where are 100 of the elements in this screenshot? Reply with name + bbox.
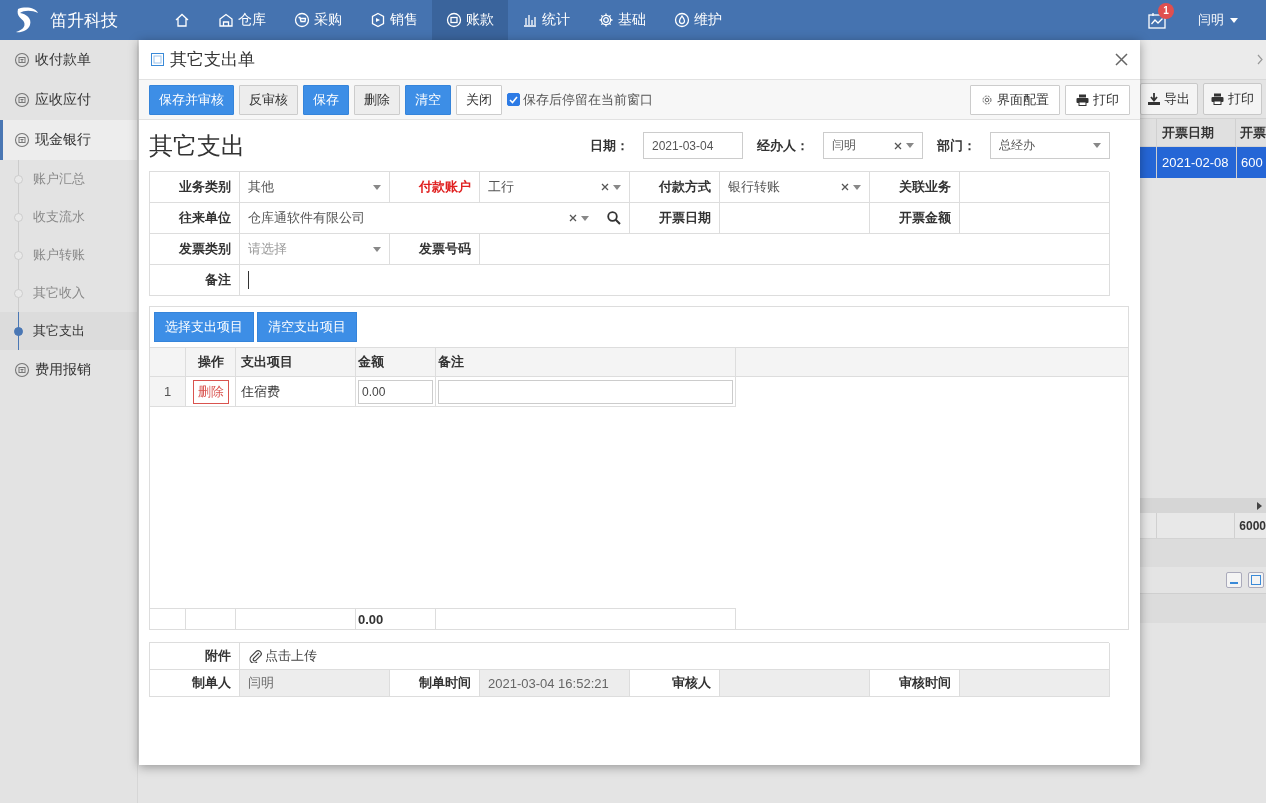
bar-chart-icon — [522, 12, 538, 28]
download-icon — [1148, 93, 1160, 105]
checkbox-label: 保存后停留在当前窗口 — [523, 90, 653, 109]
table-cell: 2021-02-08 — [1157, 147, 1237, 178]
check-icon — [509, 95, 518, 104]
input-field[interactable] — [240, 265, 1110, 296]
clear-icon — [569, 214, 577, 222]
app-name: 笛升科技 — [50, 9, 118, 32]
clear-icon — [601, 183, 609, 191]
toolbar-button[interactable]: 删除 — [354, 84, 400, 115]
column-header: 开票 — [1239, 123, 1266, 142]
sidebar-item[interactable]: 应收应付 — [0, 80, 137, 120]
printer-icon — [1076, 93, 1089, 106]
upload-link[interactable]: 点击上传 — [248, 647, 317, 665]
chevron-right-icon — [1257, 54, 1263, 65]
nav-item[interactable]: 账款 — [432, 0, 508, 40]
field-label: 付款方式 — [630, 172, 720, 203]
table-cell-text: 600 — [1240, 154, 1264, 172]
field-label: 发票号码 — [390, 234, 480, 265]
delete-button[interactable]: 删除 — [192, 379, 229, 404]
nav-item[interactable]: 维护 — [660, 0, 736, 40]
remark-field[interactable] — [438, 379, 733, 404]
caret-icon — [613, 184, 621, 190]
logo-icon — [14, 5, 40, 35]
amount-field[interactable]: 0.00 — [358, 379, 433, 404]
minimize-button[interactable] — [1226, 572, 1242, 588]
settings-icon — [598, 12, 614, 28]
settings-icon — [981, 93, 993, 106]
input-field[interactable] — [720, 203, 870, 234]
select-field[interactable]: 银行转账 — [720, 172, 870, 203]
table-row[interactable]: 2021-02-08 600 — [1140, 147, 1266, 178]
export-button[interactable]: 导出 — [1140, 83, 1198, 115]
toolbar-button[interactable]: 打印 — [1065, 84, 1130, 115]
sidebar-label: 费用报销 — [35, 361, 91, 379]
caret-icon — [373, 184, 381, 190]
sidebar-label: 收付款单 — [35, 51, 91, 69]
coin-icon — [14, 92, 30, 108]
printer-icon — [1211, 93, 1224, 105]
coin-icon — [14, 52, 30, 68]
caret-icon — [1230, 17, 1238, 23]
drop-icon — [674, 12, 690, 28]
arrow-right-icon — [1257, 501, 1262, 510]
maximize-button[interactable] — [1248, 572, 1264, 588]
user-menu[interactable]: 闫明 — [1192, 10, 1244, 30]
toolbar-button[interactable]: 界面配置 — [970, 84, 1060, 115]
caret-icon — [906, 143, 914, 148]
clear-icon — [841, 183, 849, 191]
select-field[interactable]: 其他 — [240, 172, 390, 203]
toolbar-button[interactable]: 反审核 — [239, 84, 298, 115]
column-header: 金额 — [356, 348, 436, 376]
nav-item[interactable]: 仓库 — [204, 0, 280, 40]
field-label: 业务类别 — [150, 172, 240, 203]
chart-icon — [1148, 11, 1166, 29]
house-icon — [218, 12, 234, 28]
sidebar-item[interactable]: 收付款单 — [0, 40, 137, 80]
caret-icon — [1093, 143, 1101, 148]
sidebar-label: 应收应付 — [35, 91, 91, 109]
sidebar-label: 现金银行 — [35, 131, 91, 149]
nav-item[interactable]: 统计 — [508, 0, 584, 40]
sidebar-item[interactable]: 费用报销 — [0, 350, 137, 390]
close-button[interactable] — [1115, 53, 1128, 66]
coin-icon — [14, 362, 30, 378]
table-cell: 住宿费 — [236, 377, 356, 406]
field-label: 备注 — [150, 265, 240, 296]
field-value: 2021-03-04 16:52:21 — [480, 670, 630, 697]
input-field[interactable] — [480, 234, 1110, 265]
field-label: 开票日期 — [630, 203, 720, 234]
home-icon — [174, 12, 190, 28]
nav-item[interactable]: 采购 — [280, 0, 356, 40]
row-number: 1 — [150, 377, 186, 406]
nav-item[interactable]: 销售 — [356, 0, 432, 40]
input-field[interactable] — [960, 172, 1110, 203]
total-cell-text: 6000 — [1238, 517, 1266, 535]
date-field[interactable]: 2021-03-04 — [643, 132, 743, 159]
print-button[interactable]: 打印 — [1203, 83, 1262, 115]
select-field[interactable]: 工行 — [480, 172, 630, 203]
select-field[interactable]: 总经办 — [990, 132, 1110, 159]
input-field[interactable] — [960, 203, 1110, 234]
dialog-title: 其它支出单 — [170, 49, 255, 71]
form-heading: 其它支出 — [149, 130, 245, 161]
sidebar-subitem[interactable]: 其它支出 — [0, 312, 137, 350]
total-cell: 0.00 — [356, 609, 436, 629]
field-label: 经办人： — [757, 136, 809, 155]
scrollbar[interactable] — [1140, 498, 1266, 513]
field-label: 部门： — [937, 136, 976, 155]
nav-item[interactable]: 基础 — [584, 0, 660, 40]
cart-icon — [294, 12, 310, 28]
select-field[interactable]: 仓库通软件有限公司 — [240, 203, 630, 234]
field-label: 关联业务 — [870, 172, 960, 203]
checkbox[interactable] — [507, 93, 520, 106]
column-header: 支出项目 — [236, 348, 356, 376]
caret-icon — [373, 246, 381, 252]
toolbar-button[interactable]: 关闭 — [456, 84, 502, 115]
field-label: 付款账户 — [390, 172, 480, 203]
window-icon — [151, 53, 164, 66]
paperclip-icon — [248, 649, 262, 663]
select-field[interactable]: 闫明 — [823, 132, 923, 159]
field-label: 往来单位 — [150, 203, 240, 234]
sidebar-item[interactable]: 现金银行 — [0, 120, 137, 160]
field-label: 日期： — [590, 136, 629, 155]
